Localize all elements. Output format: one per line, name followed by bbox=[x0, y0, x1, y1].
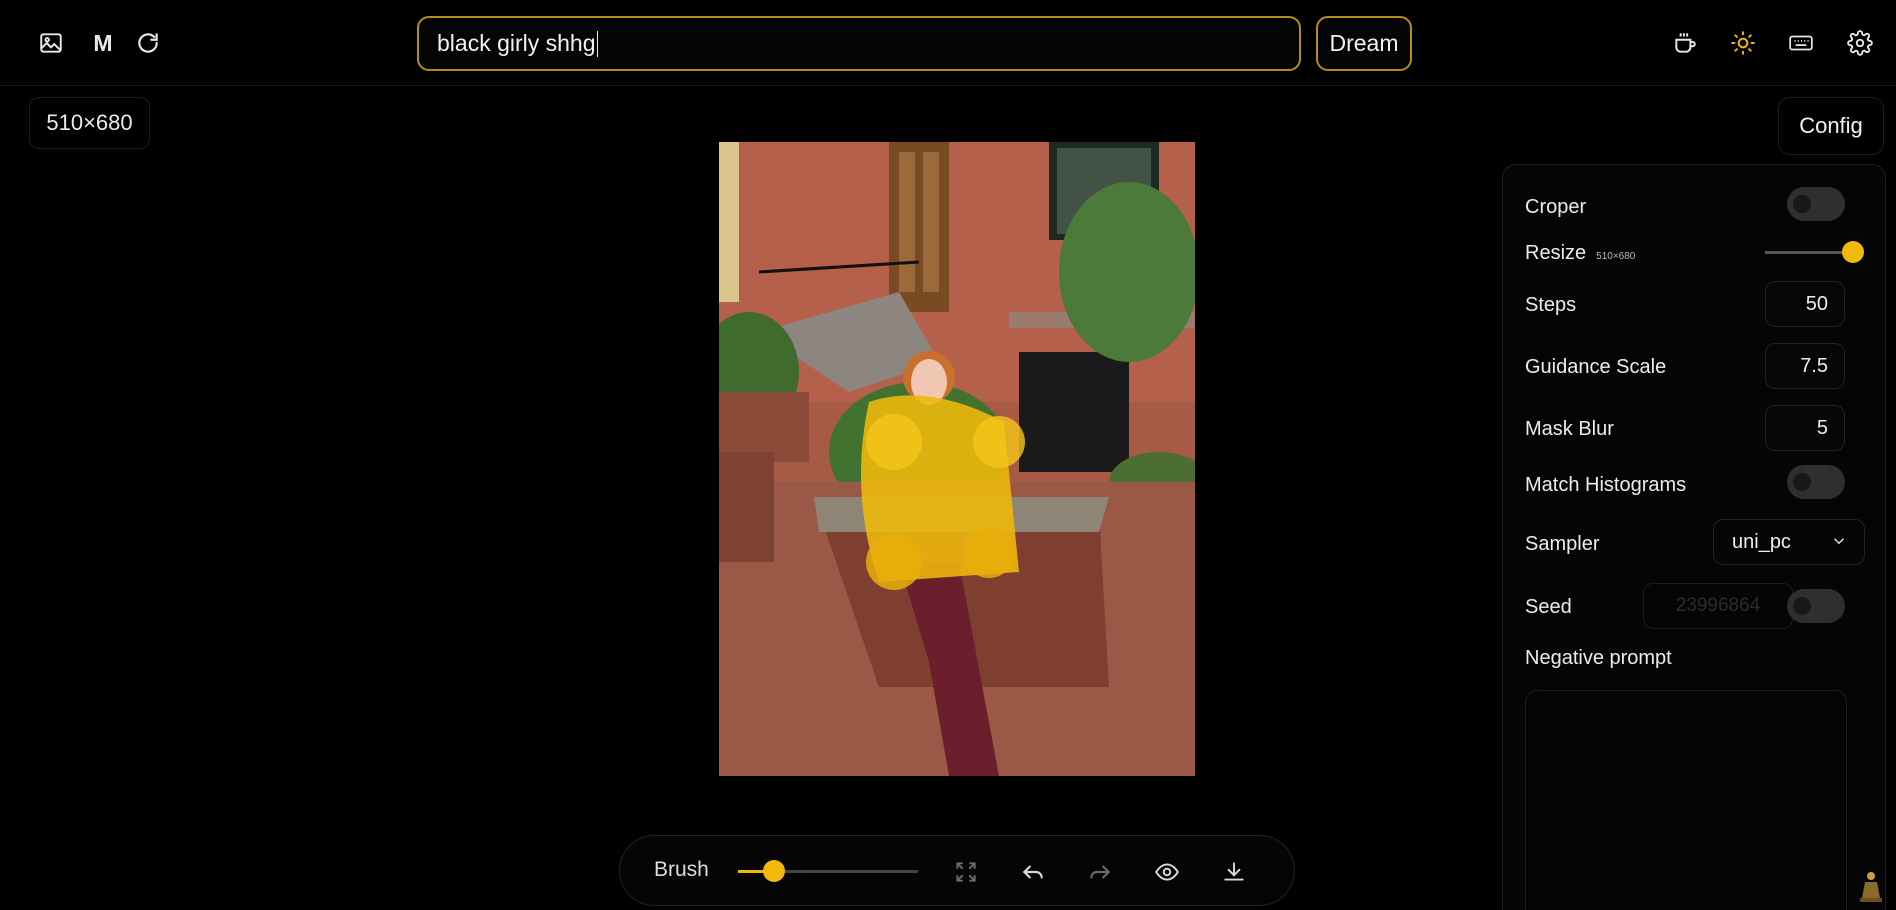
brush-label: Brush bbox=[654, 858, 709, 881]
gear-icon[interactable] bbox=[1843, 26, 1877, 60]
photo bbox=[719, 142, 1195, 776]
steps-label: Steps bbox=[1525, 294, 1577, 316]
config-panel: Croper Resize 510×680 Steps 50 Guidance S… bbox=[1502, 164, 1886, 910]
resize-note: 510×680 bbox=[1596, 251, 1636, 262]
image-canvas[interactable] bbox=[719, 142, 1195, 776]
resize-label: Resize bbox=[1525, 242, 1587, 264]
config-button[interactable]: Config bbox=[1778, 97, 1884, 155]
brush-size-fill bbox=[738, 870, 765, 873]
resize-slider-thumb[interactable] bbox=[1842, 241, 1864, 263]
resize-row: Resize 510×680 bbox=[1525, 242, 1635, 265]
sampler-value: uni_pc bbox=[1732, 530, 1791, 553]
chevron-down-icon bbox=[1833, 538, 1845, 545]
eye-icon[interactable] bbox=[1149, 854, 1185, 890]
prompt-text: black girly shhg bbox=[437, 30, 596, 56]
dream-button[interactable]: Dream bbox=[1316, 16, 1412, 71]
resize-slider-track[interactable] bbox=[1765, 251, 1851, 254]
mask-blur-input[interactable]: 5 bbox=[1765, 405, 1845, 451]
keyboard-icon[interactable] bbox=[1784, 26, 1818, 60]
sun-icon[interactable] bbox=[1726, 26, 1760, 60]
sampler-select[interactable]: uni_pc bbox=[1713, 519, 1865, 565]
brush-toolbar: Brush bbox=[619, 835, 1295, 906]
guidance-scale-input[interactable]: 7.5 bbox=[1765, 343, 1845, 389]
download-icon[interactable] bbox=[1216, 854, 1252, 890]
seed-toggle[interactable] bbox=[1787, 589, 1845, 623]
match-histograms-label: Match Histograms bbox=[1525, 474, 1687, 496]
refresh-icon[interactable] bbox=[131, 26, 165, 60]
guidance-scale-label: Guidance Scale bbox=[1525, 356, 1667, 378]
redo-icon[interactable] bbox=[1082, 854, 1118, 890]
croper-label: Croper bbox=[1525, 196, 1587, 218]
sampler-label: Sampler bbox=[1525, 533, 1600, 555]
croper-toggle[interactable] bbox=[1787, 187, 1845, 221]
prompt-input[interactable]: black girly shhg bbox=[417, 16, 1301, 71]
negative-prompt-label: Negative prompt bbox=[1525, 647, 1672, 669]
coffee-cup-icon[interactable] bbox=[1668, 26, 1702, 60]
match-histograms-toggle[interactable] bbox=[1787, 465, 1845, 499]
mask-mode-button[interactable]: M bbox=[86, 26, 120, 60]
image-icon[interactable] bbox=[34, 26, 68, 60]
text-caret bbox=[596, 30, 598, 57]
steps-input[interactable]: 50 bbox=[1765, 281, 1845, 327]
corner-logo-icon bbox=[1860, 872, 1882, 902]
negative-prompt-input[interactable] bbox=[1525, 690, 1847, 910]
seed-label: Seed bbox=[1525, 596, 1572, 618]
mask-blur-label: Mask Blur bbox=[1525, 418, 1614, 440]
fullscreen-icon[interactable] bbox=[948, 854, 984, 890]
brush-size-thumb[interactable] bbox=[763, 860, 785, 882]
undo-icon[interactable] bbox=[1015, 854, 1051, 890]
image-size-badge: 510×680 bbox=[29, 97, 150, 149]
top-bar: M black girly shhg Dream bbox=[0, 0, 1896, 86]
seed-input[interactable]: 23996864 bbox=[1643, 583, 1793, 629]
